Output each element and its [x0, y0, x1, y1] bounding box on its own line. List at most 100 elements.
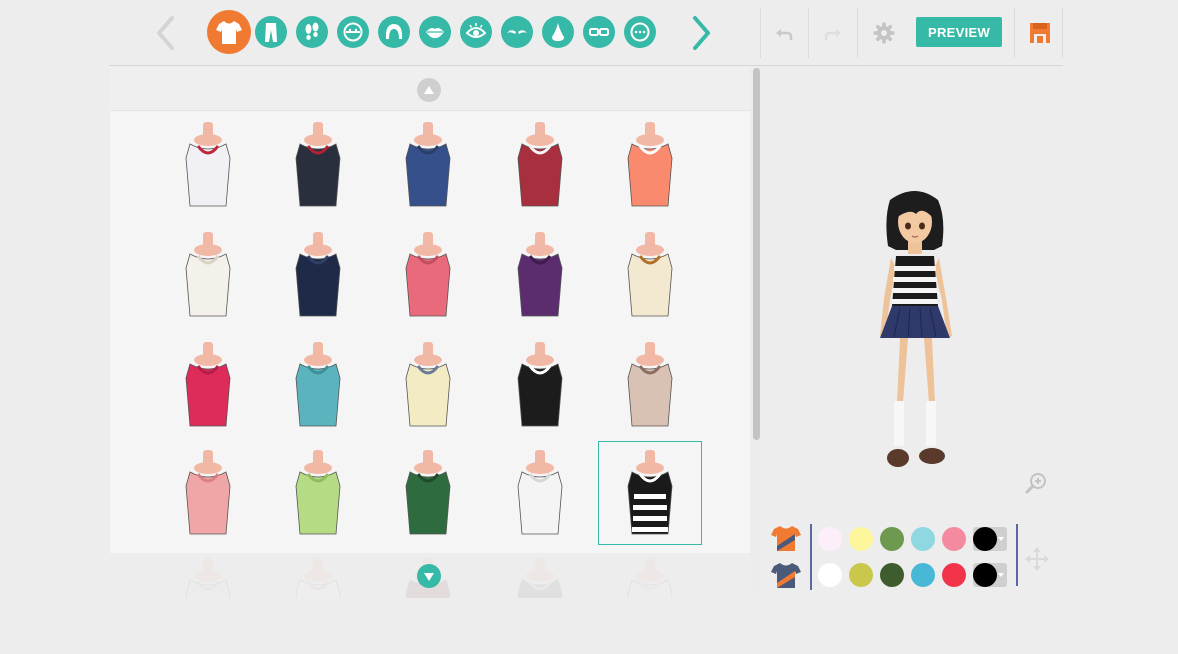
redo-icon — [824, 29, 841, 40]
garment-icon — [185, 122, 231, 207]
garment-icon — [405, 122, 451, 207]
next-category-button[interactable] — [689, 14, 713, 52]
category-nose-button[interactable] — [542, 16, 574, 48]
item-black-blazer-red-tie[interactable] — [266, 113, 370, 217]
secondary-color-swatch[interactable] — [818, 563, 842, 587]
secondary-color-swatch[interactable] — [911, 563, 935, 587]
item-cream-sweater-vest[interactable] — [376, 333, 480, 437]
save-icon — [1030, 23, 1050, 43]
garment-icon — [627, 342, 673, 427]
garment-icon — [295, 122, 341, 207]
category-more-button[interactable] — [624, 16, 656, 48]
shirt-icon — [216, 21, 242, 44]
undo-icon — [776, 29, 793, 40]
preview-button[interactable]: PREVIEW — [916, 17, 1002, 47]
item-white-camisole[interactable] — [488, 441, 592, 545]
item-red-plaid-vest[interactable] — [488, 113, 592, 217]
settings-button[interactable] — [871, 20, 897, 46]
item-striped-tank-top[interactable] — [598, 441, 702, 545]
chevron-down-icon — [998, 573, 1004, 577]
gear-icon — [873, 22, 895, 44]
garment-icon — [185, 232, 231, 317]
toolbar-separator — [857, 8, 858, 58]
hair-icon — [385, 24, 403, 39]
item-beige-sweater-vest[interactable] — [598, 333, 702, 437]
item-purple-tank-top[interactable] — [488, 223, 592, 327]
category-shoes-button[interactable] — [296, 16, 328, 48]
primary-color-swatch[interactable] — [911, 527, 935, 551]
dots-icon — [630, 22, 650, 42]
move-button[interactable] — [1024, 546, 1050, 572]
primary-color-picker-dropdown[interactable] — [973, 527, 1007, 551]
zoom-button[interactable] — [1025, 471, 1049, 495]
category-hair-button[interactable] — [378, 16, 410, 48]
garment-icon — [627, 232, 673, 317]
triangle-down-icon — [424, 573, 434, 581]
pants-icon — [265, 23, 277, 42]
item-blue-hoodie[interactable] — [376, 113, 480, 217]
garment-icon — [627, 450, 673, 535]
garment-icon — [405, 232, 451, 317]
footprints-icon — [305, 22, 319, 40]
toolbar-separator — [760, 8, 761, 58]
save-button[interactable] — [1027, 20, 1053, 46]
item-sailor-blouse-red-scarf[interactable] — [156, 113, 260, 217]
garment-icon — [405, 342, 451, 427]
category-mouth-button[interactable] — [419, 16, 451, 48]
garment-icon — [295, 342, 341, 427]
move-arrows-icon — [1025, 547, 1049, 571]
secondary-color-swatch[interactable] — [880, 563, 904, 587]
chevron-down-icon — [998, 537, 1004, 541]
category-eyebrows-button[interactable] — [501, 16, 533, 48]
item-white-sweater[interactable] — [156, 223, 260, 327]
item-cream-suspenders[interactable] — [598, 223, 702, 327]
chevron-left-icon — [157, 16, 174, 50]
item-coral-collar-top[interactable] — [598, 113, 702, 217]
zoom-in-icon — [1025, 473, 1046, 494]
garment-icon — [295, 450, 341, 535]
primary-color-swatch[interactable] — [880, 527, 904, 551]
scroll-down-button[interactable] — [417, 564, 441, 588]
eye-icon — [465, 23, 487, 38]
primary-color-swatch[interactable] — [942, 527, 966, 551]
lips-icon — [426, 28, 444, 39]
category-glasses-button[interactable] — [583, 16, 615, 48]
scrollbar-thumb[interactable] — [753, 68, 760, 440]
chevron-right-icon — [693, 16, 710, 50]
primary-color-swatch[interactable] — [818, 527, 842, 551]
secondary-shirt-icon — [771, 563, 801, 588]
color-bar-separator — [1016, 524, 1018, 586]
prev-category-button[interactable] — [154, 14, 178, 52]
toolbar-separator — [808, 8, 809, 58]
category-tops-button[interactable] — [207, 10, 251, 54]
secondary-color-picker-dropdown[interactable] — [973, 563, 1007, 587]
garment-icon — [517, 232, 563, 317]
secondary-color-swatch[interactable] — [849, 563, 873, 587]
category-face-button[interactable] — [337, 16, 369, 48]
undo-button[interactable] — [771, 20, 797, 46]
primary-color-swatch[interactable] — [849, 527, 873, 551]
garment-icon — [627, 122, 673, 207]
glasses-icon — [589, 28, 609, 36]
scroll-up-button[interactable] — [417, 78, 441, 102]
category-bottoms-button[interactable] — [255, 16, 287, 48]
item-black-bustier[interactable] — [488, 333, 592, 437]
garment-icon — [517, 122, 563, 207]
item-pink-halter-top[interactable] — [376, 223, 480, 327]
item-navy-tube-top[interactable] — [266, 223, 370, 327]
item-green-tee[interactable] — [266, 441, 370, 545]
face-icon — [343, 22, 363, 42]
item-pink-ruffle-blouse[interactable] — [156, 441, 260, 545]
garment-icon — [185, 342, 231, 427]
primary-current-color — [973, 527, 997, 551]
garment-icon — [517, 342, 563, 427]
item-pink-tee[interactable] — [156, 333, 260, 437]
secondary-color-swatch[interactable] — [942, 563, 966, 587]
category-eyes-button[interactable] — [460, 16, 492, 48]
item-green-polo[interactable] — [376, 441, 480, 545]
garment-icon — [405, 450, 451, 535]
garment-icon — [185, 450, 231, 535]
item-teal-peplum-top[interactable] — [266, 333, 370, 437]
triangle-up-icon — [424, 86, 434, 94]
redo-button[interactable] — [820, 20, 846, 46]
